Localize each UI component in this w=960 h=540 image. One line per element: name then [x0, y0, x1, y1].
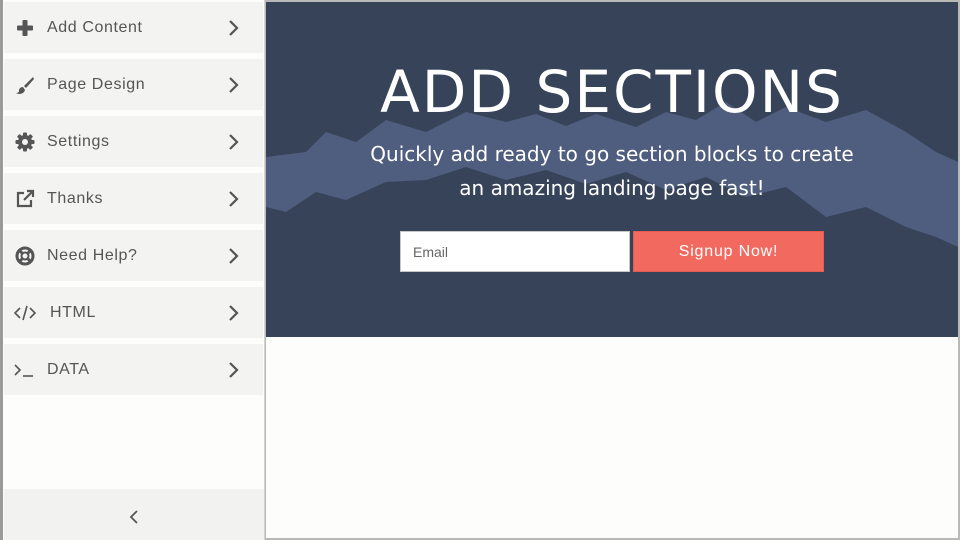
page-canvas: ADD SECTIONS Quickly add ready to go sec… [266, 2, 958, 538]
sidebar-item-add-content[interactable]: Add Content [4, 2, 263, 53]
chevron-right-icon [226, 133, 242, 151]
hero-section[interactable]: ADD SECTIONS Quickly add ready to go sec… [266, 2, 958, 337]
hero-subtitle: Quickly add ready to go section blocks t… [370, 142, 854, 200]
chevron-right-icon [226, 76, 242, 94]
sidebar-item-label: DATA [47, 361, 90, 378]
sidebar-item-label: Add Content [47, 19, 143, 36]
sidebar-item-label: Settings [47, 133, 110, 150]
chevron-right-icon [226, 247, 242, 265]
sidebar-item-page-design[interactable]: Page Design [4, 59, 263, 110]
chevron-right-icon [226, 19, 242, 37]
sidebar-item-label: Need Help? [47, 247, 138, 264]
sidebar-item-label: Page Design [47, 76, 146, 93]
chevron-right-icon [226, 304, 242, 322]
plus-icon [14, 17, 36, 39]
code-icon [14, 302, 36, 324]
sidebar-item-data[interactable]: DATA [4, 344, 263, 395]
sidebar-collapse-button[interactable] [4, 489, 264, 540]
life-ring-icon [14, 245, 36, 267]
sidebar-item-thanks[interactable]: Thanks [4, 173, 263, 224]
chevron-left-icon [128, 509, 140, 525]
email-field[interactable] [400, 231, 630, 272]
signup-button[interactable]: Signup Now! [633, 231, 824, 272]
chevron-right-icon [226, 361, 242, 379]
terminal-icon [14, 359, 36, 381]
external-link-icon [14, 188, 36, 210]
sidebar: Add Content Page Design Settings Thanks … [0, 0, 265, 540]
gear-icon [14, 131, 36, 153]
app-window: Add Content Page Design Settings Thanks … [0, 0, 960, 540]
paintbrush-icon [14, 74, 36, 96]
chevron-right-icon [226, 190, 242, 208]
sidebar-item-settings[interactable]: Settings [4, 116, 263, 167]
sidebar-item-label: Thanks [47, 190, 104, 207]
sidebar-item-html[interactable]: HTML [4, 287, 263, 338]
sidebar-item-label: HTML [50, 304, 96, 321]
sidebar-item-need-help[interactable]: Need Help? [4, 230, 263, 281]
hero-title: ADD SECTIONS [380, 58, 844, 126]
